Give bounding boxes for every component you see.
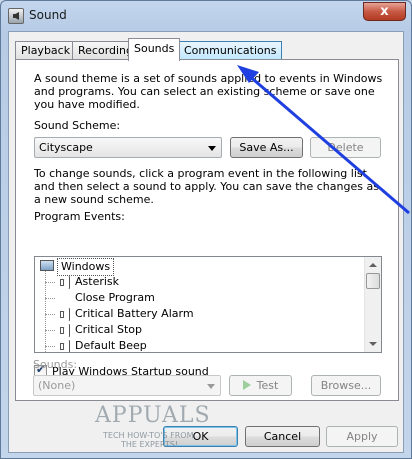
play-icon <box>242 380 251 390</box>
chevron-down-icon <box>207 384 215 389</box>
list-item-label: Asterisk <box>75 275 120 288</box>
sounds-value: (None) <box>38 379 76 392</box>
watermark-tagline: TECH HOW-TO'S FROM THE EXPERTS! <box>103 431 194 449</box>
tab-playback[interactable]: Playback <box>15 41 77 60</box>
delete-button[interactable]: Delete <box>310 137 381 158</box>
chevron-down-icon <box>208 146 216 151</box>
tab-sounds[interactable]: Sounds <box>128 38 181 61</box>
watermark-tagline-1: TECH HOW-TO'S FROM <box>103 431 194 440</box>
title-bar[interactable]: Sound x <box>1 1 411 31</box>
list-item-label: Critical Stop <box>75 323 142 336</box>
watermark-brand: APPUALS <box>95 403 211 428</box>
apply-button[interactable]: Apply <box>326 426 398 447</box>
list-item[interactable]: Asterisk <box>35 274 355 290</box>
scroll-thumb[interactable] <box>366 273 380 289</box>
list-item-label: Default Beep <box>75 339 147 352</box>
speaker-app-icon <box>8 8 24 24</box>
list-item[interactable]: Default Beep <box>35 338 355 352</box>
speaker-icon <box>60 324 69 336</box>
browse-button[interactable]: Browse... <box>311 375 381 396</box>
sound-scheme-dropdown[interactable]: Cityscape <box>34 137 222 158</box>
events-scrollbar[interactable] <box>364 257 381 352</box>
sound-scheme-value: Cityscape <box>39 141 93 154</box>
window-title: Sound <box>29 8 67 22</box>
sounds-panel: A sound theme is a set of sounds applied… <box>15 59 399 401</box>
list-item-label: Critical Battery Alarm <box>75 307 194 320</box>
program-events-label: Program Events: <box>34 210 125 223</box>
list-item[interactable]: Close Program <box>35 290 355 306</box>
sounds-dropdown[interactable]: (None) <box>33 375 221 396</box>
dialog-body: Playback Recording Sounds Communications… <box>8 31 404 453</box>
scroll-up-icon[interactable] <box>365 257 381 273</box>
cancel-button[interactable]: Cancel <box>245 426 320 447</box>
list-item[interactable]: Critical Battery Alarm <box>35 306 355 322</box>
appuals-watermark: APPUALS TECH HOW-TO'S FROM THE EXPERTS! <box>83 397 213 457</box>
list-item[interactable]: Critical Stop <box>35 322 355 338</box>
sounds-label: Sounds: <box>33 358 78 371</box>
sound-scheme-label: Sound Scheme: <box>34 119 121 132</box>
close-button[interactable]: x <box>363 2 406 21</box>
sound-theme-description: A sound theme is a set of sounds applied… <box>34 72 383 111</box>
speaker-icon <box>60 340 69 352</box>
change-sounds-instructions: To change sounds, click a program event … <box>34 167 379 206</box>
list-item-label: Close Program <box>75 291 155 304</box>
speaker-icon <box>60 276 69 288</box>
test-button[interactable]: Test <box>229 375 292 396</box>
scroll-down-icon[interactable] <box>365 336 381 352</box>
speaker-icon <box>60 308 69 320</box>
save-as-button[interactable]: Save As... <box>230 137 303 158</box>
sound-dialog: Sound x Playback Recording Sounds Commun… <box>0 0 412 459</box>
test-button-label: Test <box>256 379 279 392</box>
tab-communications[interactable]: Communications <box>178 41 283 60</box>
watermark-tagline-2: THE EXPERTS! <box>121 440 179 449</box>
computer-icon <box>40 260 54 271</box>
program-events-list[interactable]: Windows Asterisk Close Program Critical … <box>34 256 382 353</box>
